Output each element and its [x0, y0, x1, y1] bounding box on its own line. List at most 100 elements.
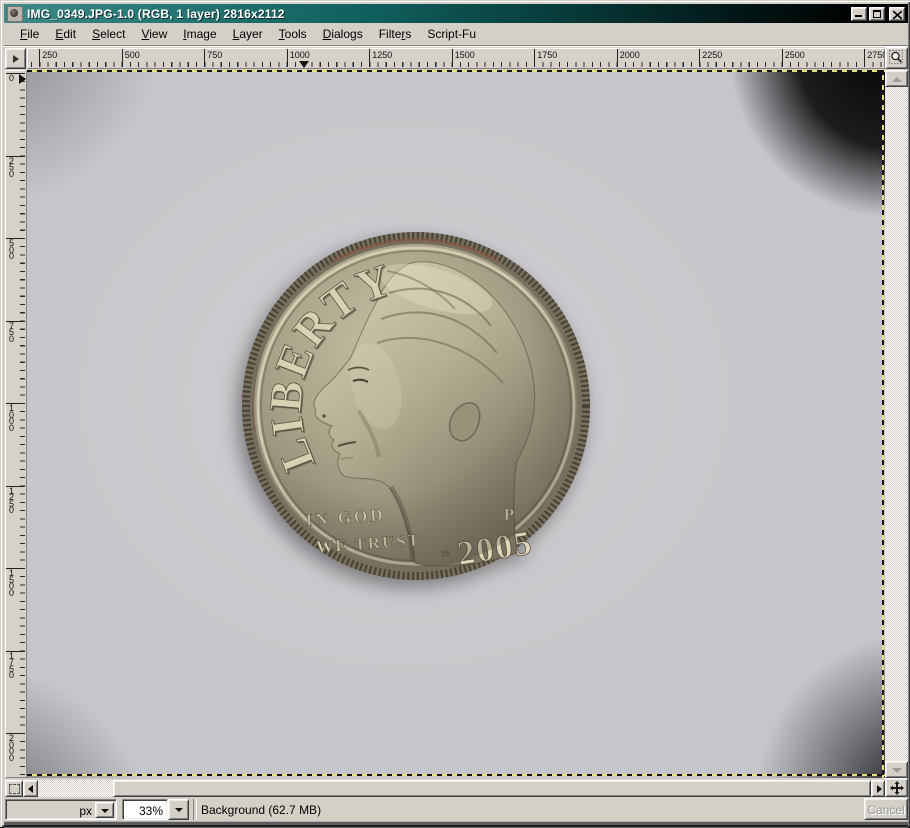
ruler-major-tick: [204, 49, 205, 67]
window-controls: [851, 7, 905, 21]
horizontal-scroll-track[interactable]: [38, 780, 871, 797]
horizontal-scrollbar: [5, 780, 885, 797]
ruler-label: 500: [125, 50, 140, 60]
title-bar[interactable]: IMG_0349.JPG-1.0 (RGB, 1 layer) 2816x211…: [4, 4, 908, 23]
ruler-major-tick: [369, 49, 370, 67]
minimize-icon: [855, 15, 862, 17]
horizontal-ruler[interactable]: 250 500 750 1000 1250 1500 1750 2000 2250 2500 275…: [27, 48, 885, 69]
zoom-dropdown-button[interactable]: [168, 799, 189, 820]
gimp-image-window: IMG_0349.JPG-1.0 (RGB, 1 layer) 2816x211…: [0, 0, 910, 827]
down-arrow-icon: [892, 768, 902, 773]
layer-boundary-top: [27, 70, 885, 72]
navigation-cross-icon: [889, 780, 905, 796]
cursor-position-marker: [19, 74, 26, 84]
menu-scriptfu[interactable]: Script-Fu: [419, 25, 484, 43]
zoom-input[interactable]: 33%: [122, 799, 168, 820]
vertical-scrollbar: [885, 47, 908, 778]
navigation-button[interactable]: [885, 778, 908, 797]
ruler-label: 1500: [455, 50, 475, 60]
ruler-minor-ticks: [31, 62, 884, 67]
unit-label: px: [79, 804, 92, 818]
menu-dialogs[interactable]: Dialogs: [315, 25, 371, 43]
menu-arrow-icon: [13, 55, 19, 63]
zoom-value: 33%: [139, 804, 163, 818]
scroll-up-button[interactable]: [885, 70, 908, 87]
menu-bar: FileEditSelectViewImageLayerToolsDialogs…: [4, 23, 908, 46]
right-arrow-icon: [877, 785, 882, 793]
status-bar: px 33% Background (62.7 MB) Cancel: [4, 798, 908, 821]
ruler-label: 2000: [620, 50, 640, 60]
menu-view[interactable]: View: [133, 25, 175, 43]
maximize-icon: [873, 10, 881, 18]
left-arrow-icon: [28, 785, 33, 793]
horizontal-scroll-thumb[interactable]: [113, 780, 871, 797]
statusbar-separator: [193, 799, 197, 820]
ruler-label: 1 0 0 0: [9, 405, 14, 431]
close-icon: [893, 11, 902, 19]
photo-background: LIBERTY LIBERTY IN GOD WE TRUST 2005 P J…: [27, 70, 885, 778]
ruler-label: 7 5 0: [9, 323, 14, 343]
ruler-major-tick: [617, 49, 618, 67]
vertical-scroll-track[interactable]: [885, 87, 908, 761]
ruler-label: 1 2 5 0: [9, 488, 14, 514]
ruler-major-tick: [122, 49, 123, 67]
cursor-position-marker: [299, 61, 309, 68]
ruler-label: 1 5 0 0: [9, 570, 14, 596]
ruler-major-tick: [534, 49, 535, 67]
up-arrow-icon: [892, 77, 902, 82]
menu-image[interactable]: Image: [175, 25, 224, 43]
ruler-label: 1 7 5 0: [9, 653, 14, 679]
scroll-right-button[interactable]: [871, 780, 885, 797]
ruler-major-tick: [699, 49, 700, 67]
ruler-label: 0: [9, 75, 14, 82]
menu-file[interactable]: File: [12, 25, 47, 43]
ruler-label: 1250: [372, 50, 392, 60]
ruler-label: 750: [207, 50, 222, 60]
ruler-label: 2250: [702, 50, 722, 60]
scroll-down-button[interactable]: [885, 761, 908, 778]
cancel-button[interactable]: Cancel: [864, 798, 908, 820]
menu-tools[interactable]: Tools: [271, 25, 315, 43]
ruler-major-tick: [287, 49, 288, 67]
ruler-major-tick: [864, 49, 865, 67]
chevron-down-icon: [175, 808, 183, 812]
ruler-label: 2 5 0: [9, 158, 14, 178]
ruler-label: 5 0 0: [9, 240, 14, 260]
maximize-button[interactable]: [869, 7, 885, 21]
menu-filters[interactable]: Filters: [371, 25, 420, 43]
ruler-label: 250: [42, 50, 57, 60]
menu-edit[interactable]: Edit: [47, 25, 84, 43]
window-title: IMG_0349.JPG-1.0 (RGB, 1 layer) 2816x211…: [27, 7, 851, 21]
unit-dropdown-button[interactable]: [95, 802, 114, 818]
chevron-down-icon: [101, 809, 109, 813]
quick-mask-toggle[interactable]: [5, 780, 23, 797]
menu-layer[interactable]: Layer: [225, 25, 271, 43]
cursor-position-field[interactable]: px: [5, 799, 117, 820]
statusbar-message: Background (62.7 MB): [201, 803, 321, 817]
image-menu-button[interactable]: [5, 48, 26, 69]
ruler-label: 1000: [290, 50, 310, 60]
ruler-label: 2 0 0 0: [9, 735, 14, 761]
magnifier-icon: [889, 50, 904, 65]
zoom-follow-window-button[interactable]: [885, 47, 908, 69]
close-button[interactable]: [889, 7, 905, 21]
ruler-label: 2500: [785, 50, 805, 60]
image-canvas[interactable]: LIBERTY LIBERTY IN GOD WE TRUST 2005 P J…: [27, 70, 885, 778]
ruler-label: 1750: [537, 50, 557, 60]
app-icon: [7, 6, 23, 22]
coin-image: LIBERTY LIBERTY IN GOD WE TRUST 2005 P J…: [241, 231, 591, 581]
ruler-major-tick: [39, 49, 40, 67]
menu-select[interactable]: Select: [84, 25, 133, 43]
minimize-button[interactable]: [851, 7, 867, 21]
cancel-label: Cancel: [865, 803, 907, 817]
ruler-major-tick: [452, 49, 453, 67]
layer-boundary-right: [882, 70, 884, 778]
scroll-left-button[interactable]: [23, 780, 38, 797]
ruler-major-tick: [782, 49, 783, 67]
ruler-label: 2750: [867, 50, 885, 60]
ruler-minor-ticks: [20, 73, 25, 777]
vertical-ruler[interactable]: 0 2 5 0 5 0 0 7 5 0 1 0 0 0 1 2 5 0 1 5 0 0 1 7…: [5, 70, 27, 778]
coin-shading: [254, 244, 578, 568]
layer-boundary-bottom: [27, 774, 885, 776]
quick-mask-icon: [9, 784, 20, 794]
